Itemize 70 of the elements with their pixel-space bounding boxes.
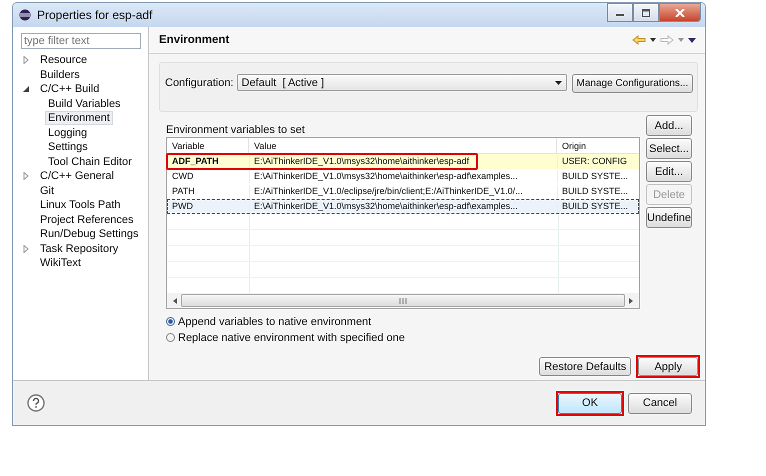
tree-item[interactable]: Linux Tools Path — [37, 198, 124, 212]
eclipse-icon — [19, 9, 31, 21]
table-caption: Environment variables to set — [166, 124, 306, 136]
table-cell-text: BUILD SYSTE... — [561, 200, 630, 213]
tree-item[interactable]: Settings — [45, 140, 91, 154]
horizontal-scrollbar[interactable] — [167, 294, 639, 308]
page-button[interactable]: Restore Defaults — [539, 357, 632, 376]
table-cell: ADF_PATH — [168, 154, 250, 168]
filter-field[interactable]: type filter text — [21, 33, 141, 49]
window-title: Properties for esp-adf — [37, 8, 152, 22]
radio-button[interactable] — [166, 317, 175, 326]
tree-item[interactable]: Logging — [45, 126, 90, 140]
view-menu-icon[interactable] — [688, 38, 696, 42]
help-icon[interactable] — [27, 394, 45, 412]
radio-label[interactable]: Replace native environment with specified one — [178, 332, 405, 344]
tree-item[interactable]: Resource — [37, 53, 90, 68]
collapsed-arrow-icon[interactable] — [23, 244, 29, 253]
column-header[interactable]: Variable — [167, 138, 249, 153]
tree-item[interactable]: Run/Debug Settings — [37, 227, 142, 242]
tree-item[interactable]: C/C++ Build — [37, 82, 102, 96]
tree-item[interactable]: Build Variables — [45, 96, 124, 111]
table-row[interactable]: PWD E:\AiThinkerIDE_V1.0\msys32\home\aithinker\esp-adf\examples... BUILD SYSTE... — [167, 198, 639, 214]
column-header[interactable]: Value — [249, 138, 557, 153]
table-row[interactable]: PATH E:/AiThinkerIDE_V1.0/eclipse/jre/bin/client;E:/AiThinkerIDE_V1.0/... BUILD SYSTE... — [167, 184, 639, 199]
page-title: Environment — [159, 34, 230, 46]
dialog-button[interactable]: OK — [558, 392, 622, 414]
tree-item[interactable]: C/C++ General — [37, 169, 117, 184]
table-action-button[interactable]: Undefine — [646, 207, 692, 228]
maximize-icon — [641, 8, 651, 16]
collapsed-arrow-icon[interactable] — [23, 56, 29, 64]
collapsed-arrow-icon[interactable] — [23, 172, 29, 180]
radio-label[interactable]: Append variables to native environment — [178, 316, 372, 328]
dropdown-arrow-icon — [554, 80, 562, 84]
table-cell: PATH — [168, 184, 250, 198]
dropdown-arrow-icon[interactable] — [650, 38, 656, 42]
table-cell: E:/AiThinkerIDE_V1.0/eclipse/jre/bin/client;E:/AiThinkerIDE_V1.0/... — [250, 184, 558, 198]
minimize-button[interactable] — [607, 3, 633, 22]
table-cell-text: BUILD SYSTE... — [561, 170, 630, 183]
expanded-arrow-icon[interactable] — [23, 86, 29, 92]
tree-item[interactable]: Project References — [37, 212, 137, 227]
scroll-right-icon[interactable] — [629, 298, 633, 304]
tree-item[interactable]: Git — [37, 184, 58, 198]
tree-item[interactable]: WikiText — [37, 256, 84, 270]
column-header[interactable]: Origin — [557, 138, 639, 153]
tree-item[interactable]: Tool Chain Editor — [45, 154, 135, 169]
table-cell: E:\AiThinkerIDE_V1.0\msys32\home\aithinker\esp-adf — [250, 154, 558, 168]
tree-item[interactable]: Builders — [37, 68, 83, 82]
close-button[interactable] — [659, 3, 701, 22]
maximize-button[interactable] — [633, 3, 659, 22]
dialog-button[interactable]: Cancel — [628, 392, 692, 414]
table-action-button[interactable]: Edit... — [646, 161, 692, 182]
table-cell-text: BUILD SYSTE... — [561, 184, 630, 198]
table-cell: PWD — [168, 200, 250, 213]
scroll-left-icon[interactable] — [173, 298, 177, 304]
table-cell: E:\AiThinkerIDE_V1.0\msys32\home\aithinker\esp-adf\examples... — [250, 200, 558, 213]
configuration-dropdown[interactable]: Default [ Active ] — [236, 74, 566, 91]
manage-configurations-button[interactable]: Manage Configurations... — [572, 74, 694, 93]
grip-icon — [399, 298, 407, 304]
page-button[interactable]: Apply — [638, 357, 698, 376]
radio-button[interactable] — [166, 333, 175, 342]
close-icon — [675, 8, 685, 16]
table-action-button[interactable]: Select... — [646, 138, 692, 159]
tree-item[interactable]: Task Repository — [37, 242, 122, 256]
table-cell: E:\AiThinkerIDE_V1.0\msys32\home\aithinker\esp-adf\examples... — [250, 170, 558, 183]
table-row[interactable]: CWD E:\AiThinkerIDE_V1.0\msys32\home\aithinker\esp-adf\examples... BUILD SYSTE... — [167, 168, 639, 184]
table-action-button[interactable]: Add... — [646, 115, 692, 136]
table-cell-text: USER: CONFIG — [561, 154, 628, 168]
tree-item[interactable]: Environment — [45, 111, 113, 126]
configuration-label: Configuration: — [165, 77, 234, 89]
table-cell: CWD — [168, 170, 250, 183]
